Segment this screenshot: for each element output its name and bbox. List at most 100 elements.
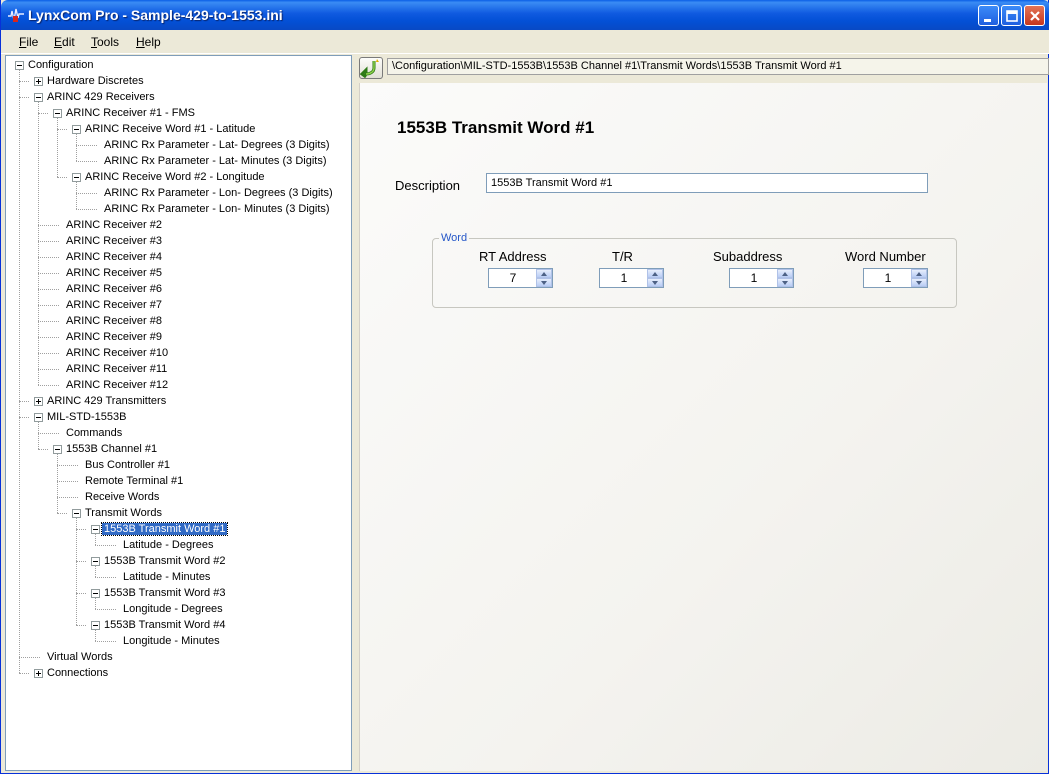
subaddress-down-button[interactable]: [777, 278, 793, 287]
tree-node[interactable]: ARINC Receive Word #2 - Longitude: [83, 169, 267, 185]
tree-node[interactable]: Configuration: [26, 57, 95, 73]
tree-node[interactable]: Virtual Words: [45, 649, 115, 665]
tree-node[interactable]: ARINC Rx Parameter - Lon- Minutes (3 Dig…: [102, 201, 332, 217]
tree-node[interactable]: 1553B Transmit Word #2: [102, 553, 227, 569]
tree-node[interactable]: ARINC Rx Parameter - Lon- Degrees (3 Dig…: [102, 185, 335, 201]
tree-node[interactable]: 1553B Transmit Word #1: [100, 521, 229, 537]
subaddress-up-button[interactable]: [777, 269, 793, 278]
tree-collapse-icon[interactable]: [91, 589, 100, 598]
rt-address-spinner[interactable]: 7: [488, 268, 553, 288]
tree-node[interactable]: Transmit Words: [83, 505, 164, 521]
tree-connector: [76, 561, 86, 562]
configuration-tree[interactable]: Configuration Hardware Discretes ARINC 429…: [6, 56, 351, 770]
tree-node[interactable]: ARINC Rx Parameter - Lat- Minutes (3 Dig…: [102, 153, 329, 169]
tree-node[interactable]: Hardware Discretes: [45, 73, 146, 89]
tree-collapse-icon[interactable]: [72, 173, 81, 182]
tree-node[interactable]: ARINC Receiver #7: [64, 297, 164, 313]
tree-connector: [95, 630, 96, 641]
tree-node[interactable]: ARINC 429 Transmitters: [45, 393, 168, 409]
tr-value[interactable]: 1: [600, 269, 648, 287]
tree-node[interactable]: Bus Controller #1: [83, 457, 172, 473]
tr-down-button[interactable]: [647, 278, 663, 287]
tree-collapse-icon[interactable]: [91, 525, 100, 534]
tree-connector: [95, 534, 96, 545]
tree-node[interactable]: 1553B Channel #1: [64, 441, 159, 457]
tree-connector: [76, 161, 97, 162]
menu-tools[interactable]: Tools: [91, 35, 119, 49]
rt-address-value[interactable]: 7: [489, 269, 537, 287]
tree-node-label: ARINC Receive Word #1 - Latitude: [85, 123, 256, 135]
tree-node[interactable]: ARINC Receiver #6: [64, 281, 164, 297]
tree-node[interactable]: Commands: [64, 425, 124, 441]
tree-node-label: ARINC Receiver #10: [66, 347, 169, 359]
tree-node[interactable]: Latitude - Degrees: [121, 537, 216, 553]
word-groupbox: Word RT Address 7 T/R 1 Subaddress 1 Wor…: [432, 232, 957, 308]
configuration-tree-panel[interactable]: Configuration Hardware Discretes ARINC 429…: [5, 55, 352, 771]
tree-node[interactable]: ARINC Receiver #12: [64, 377, 170, 393]
tree-node[interactable]: MIL-STD-1553B: [45, 409, 128, 425]
close-button[interactable]: [1024, 5, 1045, 26]
tree-collapse-icon[interactable]: [34, 413, 43, 422]
back-button[interactable]: [359, 57, 383, 79]
tree-collapse-icon[interactable]: [34, 93, 43, 102]
tree-node[interactable]: ARINC Receiver #1 - FMS: [64, 105, 197, 121]
description-input[interactable]: [486, 173, 928, 193]
tree-node[interactable]: 1553B Transmit Word #4: [102, 617, 227, 633]
tr-up-button[interactable]: [647, 269, 663, 278]
title-bar[interactable]: LynxCom Pro - Sample-429-to-1553.ini: [1, 0, 1049, 30]
tree-node[interactable]: Receive Words: [83, 489, 161, 505]
subaddress-spinner[interactable]: 1: [729, 268, 794, 288]
rt-address-down-button[interactable]: [536, 278, 552, 287]
word-number-up-button[interactable]: [911, 269, 927, 278]
tree-node-label: ARINC Receiver #11: [66, 363, 168, 375]
tree-collapse-icon[interactable]: [53, 445, 62, 454]
tree-collapse-icon[interactable]: [72, 125, 81, 134]
tree-node[interactable]: ARINC Rx Parameter - Lat- Degrees (3 Dig…: [102, 137, 332, 153]
tree-node-label: Transmit Words: [85, 507, 163, 519]
tree-collapse-icon[interactable]: [72, 509, 81, 518]
word-number-spinner[interactable]: 1: [863, 268, 928, 288]
tree-collapse-icon[interactable]: [91, 621, 100, 630]
tree-node[interactable]: ARINC Receiver #5: [64, 265, 164, 281]
tree-node[interactable]: ARINC Receiver #2: [64, 217, 164, 233]
tree-node[interactable]: Remote Terminal #1: [83, 473, 185, 489]
word-number-value[interactable]: 1: [864, 269, 912, 287]
subaddress-value[interactable]: 1: [730, 269, 778, 287]
current-path: \Configuration\MIL-STD-1553B\1553B Chann…: [387, 58, 1049, 75]
tree-collapse-icon[interactable]: [91, 557, 100, 566]
tree-node[interactable]: ARINC Receiver #4: [64, 249, 164, 265]
tree-expand-icon[interactable]: [34, 397, 43, 406]
tree-node[interactable]: Longitude - Degrees: [121, 601, 225, 617]
tree-node[interactable]: ARINC Receiver #8: [64, 313, 164, 329]
tr-spinner[interactable]: 1: [599, 268, 664, 288]
back-arrow-icon: [359, 59, 382, 81]
tree-connector: [38, 385, 59, 386]
tree-node[interactable]: ARINC Receiver #10: [64, 345, 170, 361]
tree-node[interactable]: ARINC Receiver #9: [64, 329, 164, 345]
tree-node[interactable]: Connections: [45, 665, 110, 681]
tree-connector: [76, 145, 97, 146]
tree-node[interactable]: ARINC 429 Receivers: [45, 89, 157, 105]
tree-connector: [19, 673, 29, 674]
tree-collapse-icon[interactable]: [53, 109, 62, 118]
tree-node[interactable]: Longitude - Minutes: [121, 633, 222, 649]
tree-node[interactable]: ARINC Receiver #11: [64, 361, 169, 377]
tree-node[interactable]: ARINC Receiver #3: [64, 233, 164, 249]
tree-node[interactable]: Latitude - Minutes: [121, 569, 212, 585]
word-number-down-button[interactable]: [911, 278, 927, 287]
tree-node[interactable]: ARINC Receive Word #1 - Latitude: [83, 121, 257, 137]
tree-collapse-icon[interactable]: [15, 61, 24, 70]
tree-node[interactable]: 1553B Transmit Word #3: [102, 585, 227, 601]
menu-edit[interactable]: Edit: [54, 35, 75, 49]
maximize-button[interactable]: [1001, 5, 1022, 26]
tree-connector: [19, 657, 40, 658]
menu-help[interactable]: Help: [136, 35, 161, 49]
tree-node-label: Longitude - Minutes: [123, 635, 220, 647]
lynxcom-app-icon[interactable]: [7, 7, 25, 23]
minimize-button[interactable]: [978, 5, 999, 26]
tree-connector: [19, 401, 29, 402]
menu-file[interactable]: File: [19, 35, 38, 49]
rt-address-up-button[interactable]: [536, 269, 552, 278]
tree-expand-icon[interactable]: [34, 669, 43, 678]
tree-expand-icon[interactable]: [34, 77, 43, 86]
